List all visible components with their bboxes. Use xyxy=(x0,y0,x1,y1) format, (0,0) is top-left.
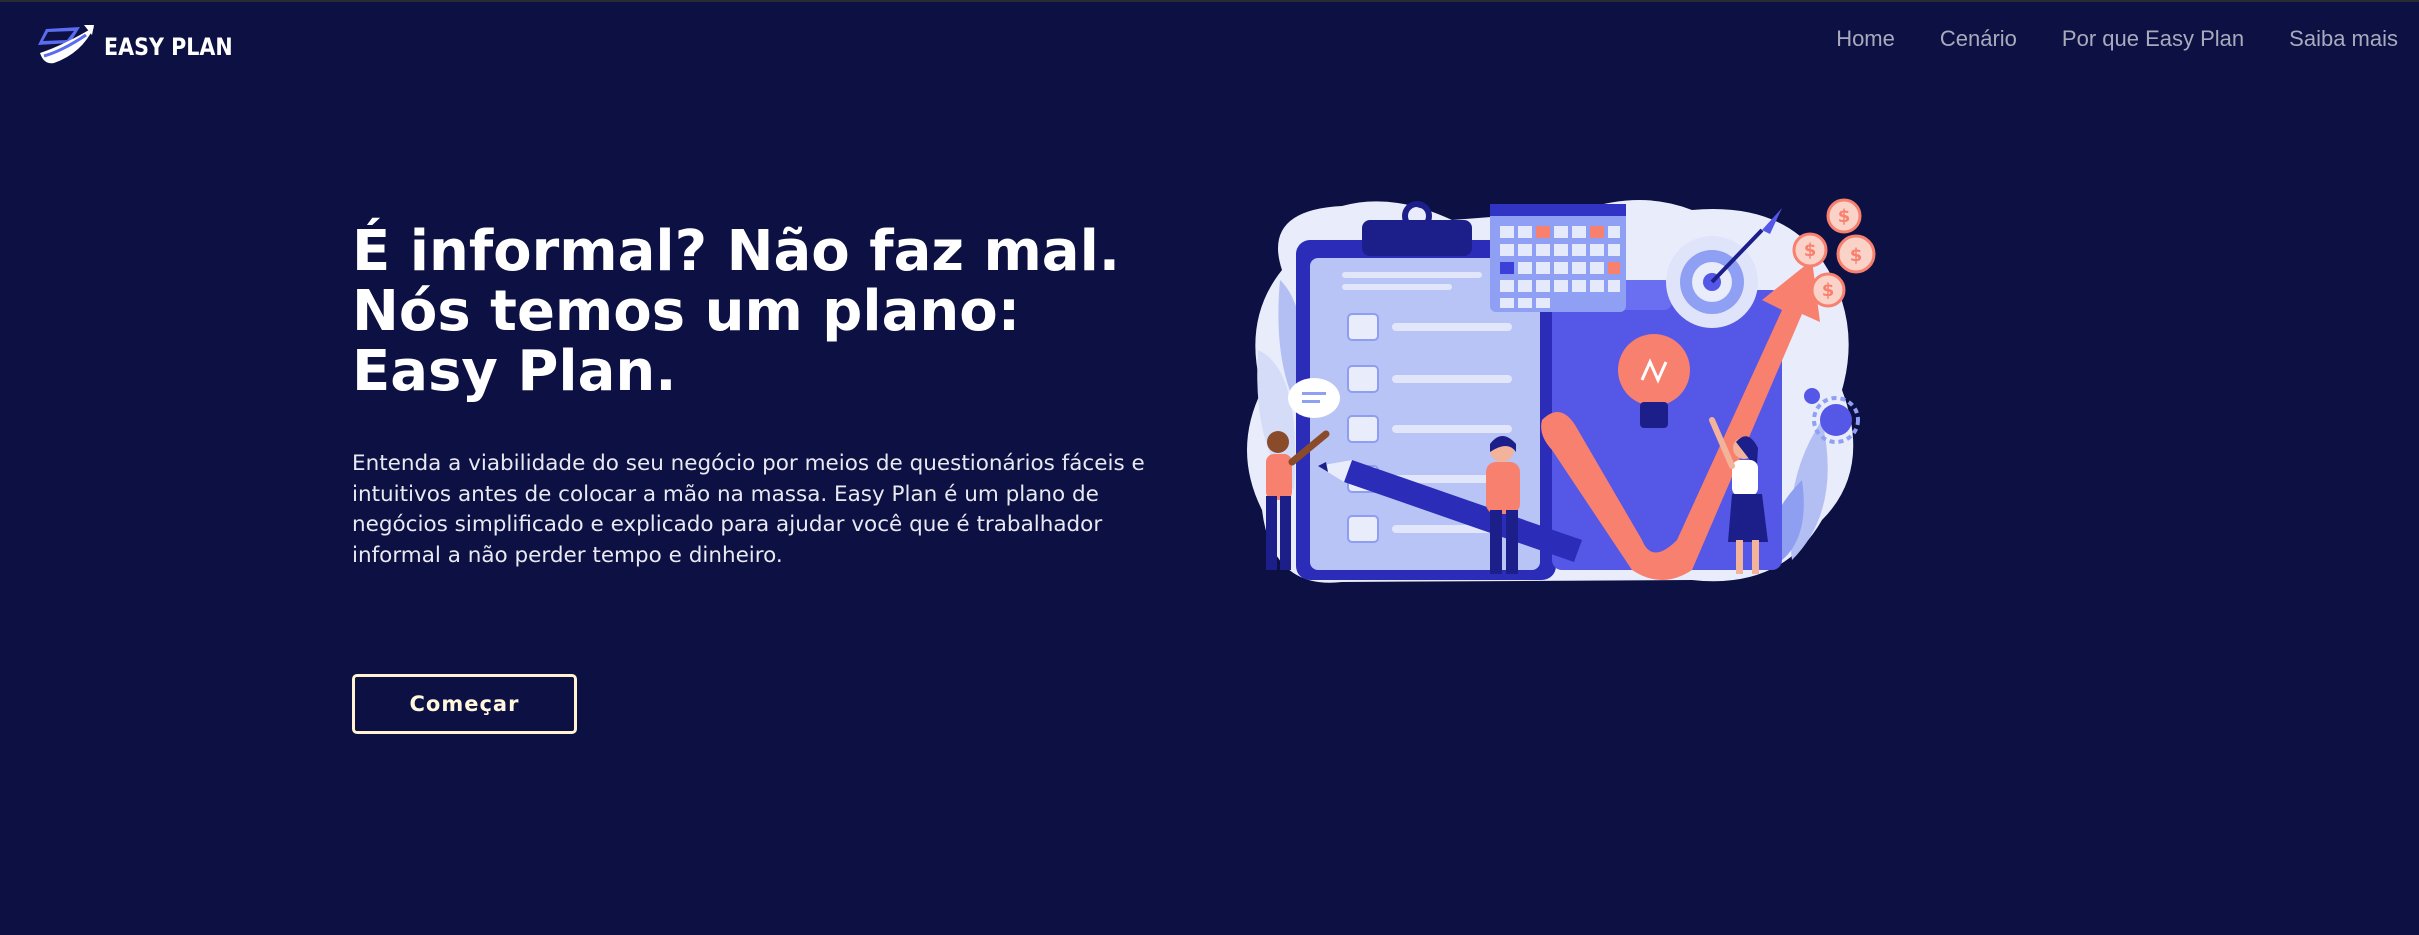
nav-por-que-easy-plan[interactable]: Por que Easy Plan xyxy=(2062,26,2244,52)
brand-name: EASY PLAN xyxy=(104,33,233,61)
main-nav: Home Cenário Por que Easy Plan Saiba mai… xyxy=(1791,24,2419,54)
easy-plan-logo-icon xyxy=(38,25,94,64)
hero-headline: É informal? Não faz mal. Nós temos um pl… xyxy=(352,219,1121,404)
nav-home[interactable]: Home xyxy=(1836,26,1895,52)
calendar xyxy=(1490,208,1626,312)
headline-line-3: Easy Plan. xyxy=(352,339,677,404)
nav-cenario[interactable]: Cenário xyxy=(1940,26,2017,52)
headline-line-1: É informal? Não faz mal. xyxy=(352,219,1121,284)
speech-bubble-icon xyxy=(1288,378,1340,418)
svg-text:$: $ xyxy=(1822,280,1835,301)
start-button[interactable]: Começar xyxy=(352,674,577,734)
top-border xyxy=(0,0,2419,2)
business-plan-illustration: $ $ $ $ xyxy=(1247,198,1876,583)
brand-logo[interactable]: EASY PLAN xyxy=(36,22,254,72)
hero-description: Entenda a viabilidade do seu negócio por… xyxy=(352,451,1145,568)
svg-text:$: $ xyxy=(1850,245,1863,266)
svg-text:$: $ xyxy=(1804,240,1817,261)
headline-line-2: Nós temos um plano: xyxy=(352,279,1021,344)
nav-saiba-mais[interactable]: Saiba mais xyxy=(2289,26,2398,52)
svg-text:$: $ xyxy=(1838,206,1851,227)
